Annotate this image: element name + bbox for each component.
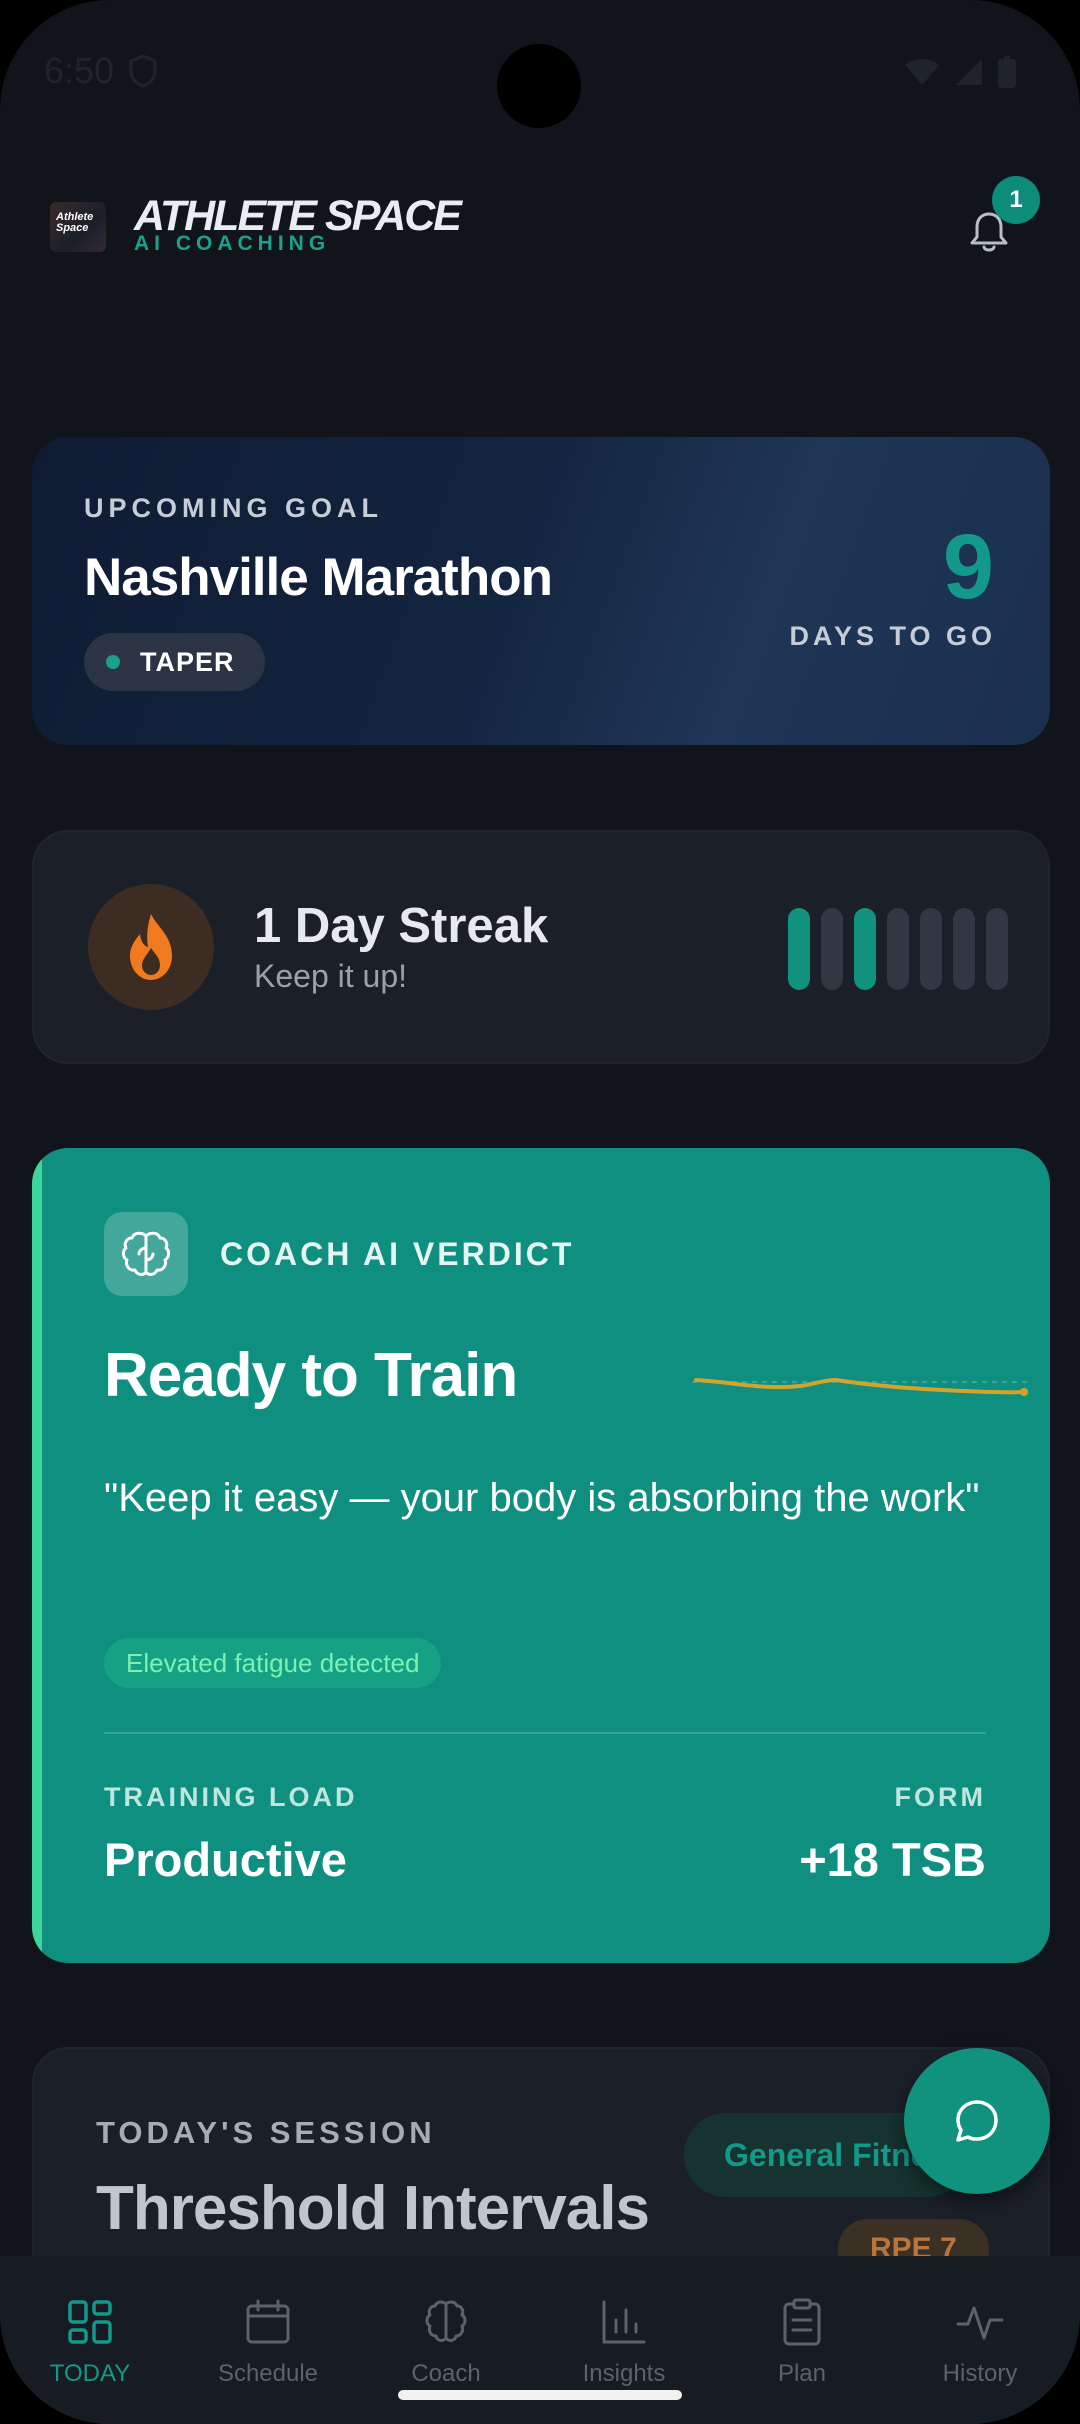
- wifi-icon: [905, 59, 939, 85]
- system-icons: [904, 56, 1016, 88]
- streak-day-bar: [887, 908, 909, 990]
- brand-subtitle: AI COACHING: [134, 232, 331, 255]
- streak-day-bar: [821, 908, 843, 990]
- shield-icon: [129, 54, 157, 88]
- logo-text: Athlete Space: [56, 211, 94, 234]
- verdict-accent-bar: [32, 1148, 42, 1963]
- days-to-go-number: 9: [942, 516, 994, 618]
- streak-day-bar: [986, 908, 1008, 990]
- streak-day-bar: [920, 908, 942, 990]
- chat-bubble-icon: [956, 2100, 998, 2142]
- days-to-go-label: DAYS TO GO: [789, 621, 996, 651]
- nav-label-schedule: Schedule: [217, 2360, 319, 2387]
- form-sparkline: [692, 1377, 1028, 1396]
- grid-icon: [68, 2300, 112, 2344]
- streak-day-bar: [953, 908, 975, 990]
- home-indicator[interactable]: [398, 2390, 682, 2400]
- fatigue-tag: Elevated fatigue detected: [104, 1638, 442, 1688]
- nav-label-history: History: [942, 2360, 1018, 2387]
- nav-item-schedule[interactable]: Schedule: [188, 2256, 348, 2396]
- nav-item-coach[interactable]: Coach: [366, 2256, 526, 2396]
- verdict-divider: [104, 1732, 986, 1734]
- streak-day-bar: [854, 908, 876, 990]
- flame-badge: [88, 884, 214, 1010]
- training-load-label: TRAINING LOAD: [104, 1782, 358, 1812]
- streak-subtitle: Keep it up!: [254, 958, 407, 994]
- phase-badge: TAPER: [84, 633, 265, 691]
- calendar-icon: [246, 2299, 290, 2344]
- verdict-quote: "Keep it easy — your body is absorbing t…: [104, 1476, 980, 1520]
- nav-label-coach: Coach: [411, 2360, 481, 2387]
- phase-label: TAPER: [140, 647, 235, 677]
- notification-badge[interactable]: 1: [992, 176, 1040, 224]
- flame-icon: [130, 914, 172, 980]
- camera-cutout: [497, 44, 581, 128]
- brain-icon: [122, 1231, 170, 1276]
- training-load-value: Productive: [104, 1833, 347, 1886]
- chat-fab-button[interactable]: [904, 2048, 1050, 2194]
- nav-item-plan[interactable]: Plan: [722, 2256, 882, 2396]
- streak-card[interactable]: 1 Day Streak Keep it up!: [32, 830, 1050, 1064]
- verdict-icon-tile: [104, 1212, 188, 1296]
- session-title: Threshold Intervals: [96, 2174, 650, 2243]
- bar-chart-icon: [602, 2300, 646, 2344]
- nav-label-today: TODAY: [49, 2360, 131, 2387]
- session-eyebrow: TODAY'S SESSION: [96, 2115, 436, 2150]
- brain-icon: [425, 2300, 467, 2342]
- status-bar: 6:50: [0, 0, 1080, 140]
- form-label: FORM: [894, 1782, 986, 1812]
- app-screen: 6:50 Athlete Space ATHLETE SPACE AI COAC…: [0, 0, 1080, 2424]
- app-logo: Athlete Space: [50, 202, 106, 252]
- goal-eyebrow: UPCOMING GOAL: [84, 493, 383, 523]
- streak-title: 1 Day Streak: [254, 899, 549, 953]
- streak-week-bars: [788, 908, 1008, 990]
- battery-icon: [998, 56, 1016, 88]
- verdict-eyebrow: COACH AI VERDICT: [220, 1236, 575, 1272]
- upcoming-goal-card[interactable]: UPCOMING GOAL Nashville Marathon TAPER 9…: [32, 437, 1050, 745]
- nav-item-history[interactable]: History: [900, 2256, 1060, 2396]
- activity-icon: [956, 2306, 1004, 2340]
- clipboard-icon: [783, 2298, 821, 2346]
- coach-verdict-card[interactable]: COACH AI VERDICT Ready to Train "Keep it…: [32, 1148, 1050, 1963]
- status-time: 6:50: [44, 50, 115, 91]
- nav-item-insights[interactable]: Insights: [544, 2256, 704, 2396]
- form-value: +18 TSB: [799, 1833, 986, 1886]
- phase-dot: [106, 655, 120, 669]
- nav-label-plan: Plan: [777, 2360, 827, 2387]
- goal-title: Nashville Marathon: [84, 548, 553, 607]
- nav-item-today[interactable]: TODAY: [10, 2256, 170, 2396]
- nav-label-insights: Insights: [582, 2360, 666, 2387]
- streak-day-bar: [788, 908, 810, 990]
- verdict-title: Ready to Train: [104, 1341, 518, 1410]
- signal-icon: [956, 59, 982, 85]
- app-header: Athlete Space ATHLETE SPACE AI COACHING: [0, 180, 1080, 280]
